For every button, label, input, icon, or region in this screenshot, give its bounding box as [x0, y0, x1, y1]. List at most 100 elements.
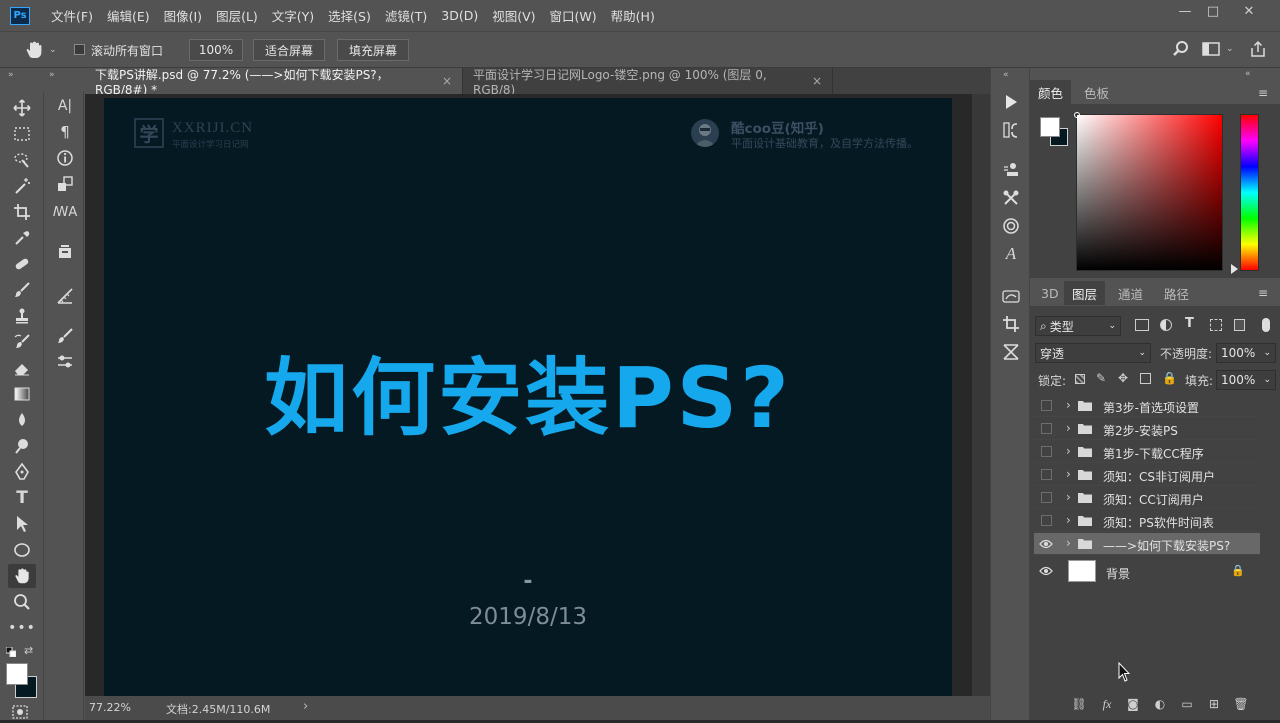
tab-close-icon[interactable]: ×	[442, 74, 452, 88]
menu-select[interactable]: 选择(S)	[321, 6, 378, 25]
panel-menu-icon[interactable]: ≡	[1258, 86, 1268, 100]
workspace-icon[interactable]	[1202, 42, 1220, 56]
layer-row[interactable]: › 须知：CS非订阅用户	[1034, 464, 1260, 486]
layers-panel-menu-icon[interactable]: ≡	[1258, 286, 1268, 300]
eraser-tool-icon[interactable]	[8, 356, 36, 380]
filter-shape-icon[interactable]	[1210, 319, 1222, 331]
pen-tool-icon[interactable]	[8, 460, 36, 484]
fit-screen-button[interactable]: 适合屏幕	[253, 39, 325, 61]
creative-cloud-icon[interactable]	[997, 214, 1025, 238]
link-layers-icon[interactable]: ⛓	[1070, 697, 1088, 713]
color-picker-cursor[interactable]	[1074, 112, 1080, 118]
blend-mode-select[interactable]: 穿透 ⌄	[1035, 343, 1151, 363]
tab-swatches[interactable]: 色板	[1076, 80, 1117, 104]
layer-style-icon[interactable]: fx	[1098, 697, 1116, 713]
chevron-right-icon[interactable]: ›	[1066, 467, 1071, 481]
visibility-toggle[interactable]	[1041, 515, 1052, 526]
chevron-right-icon[interactable]: ›	[1066, 513, 1071, 527]
tab-layers[interactable]: 图层	[1064, 281, 1106, 305]
glyphs-panel-icon[interactable]	[51, 172, 79, 196]
lock-image-icon[interactable]: ✎	[1096, 371, 1106, 385]
color-picker-field[interactable]	[1076, 114, 1223, 271]
expand-panels-icon[interactable]: «	[1003, 70, 1009, 80]
menu-layer[interactable]: 图层(L)	[209, 6, 265, 25]
zoom-level[interactable]: 77.22%	[89, 701, 131, 714]
hue-slider-handle[interactable]	[1231, 264, 1238, 274]
fill-field[interactable]: 100% ⌄	[1216, 370, 1276, 390]
blur-tool-icon[interactable]	[8, 408, 36, 432]
libraries-panel-icon[interactable]	[51, 240, 79, 264]
history-panel-icon[interactable]	[997, 118, 1025, 142]
menu-help[interactable]: 帮助(H)	[604, 6, 662, 25]
layer-row[interactable]: › 须知：PS软件时间表	[1034, 510, 1260, 532]
hue-slider[interactable]	[1240, 114, 1259, 271]
visibility-toggle[interactable]	[1041, 492, 1052, 503]
tab-color[interactable]: 颜色	[1030, 80, 1072, 104]
filter-type-icon[interactable]: T	[1185, 316, 1194, 331]
type-tool-icon[interactable]: T	[8, 486, 36, 510]
adjustments-panel-icon[interactable]	[997, 158, 1025, 182]
restore-button[interactable]: □	[1198, 2, 1228, 22]
eye-icon[interactable]	[1039, 565, 1053, 577]
layer-row[interactable]: › 第3步-首选项设置	[1034, 395, 1260, 417]
tab-document-psd[interactable]: 下载PS讲解.psd @ 77.2% (——>如何下载安装PS?，RGB/8#)…	[85, 68, 463, 97]
crop-panel-icon[interactable]	[997, 312, 1025, 336]
brush-settings-icon[interactable]	[51, 350, 79, 374]
ellipse-tool-icon[interactable]	[8, 538, 36, 562]
layer-row[interactable]: › ——>如何下载安装PS?	[1034, 533, 1260, 555]
actions-panel-icon[interactable]	[997, 90, 1025, 114]
visibility-toggle[interactable]	[1041, 446, 1052, 457]
vertical-scrollbar[interactable]	[972, 94, 990, 696]
collapse-toolbar-icon[interactable]: »	[8, 70, 14, 80]
visibility-toggle[interactable]	[1041, 469, 1052, 480]
marquee-tool-icon[interactable]	[8, 122, 36, 146]
character-styles-icon[interactable]: ꟿA	[51, 200, 79, 224]
menu-type[interactable]: 文字(Y)	[265, 6, 321, 25]
filter-smart-object-icon[interactable]	[1234, 319, 1245, 331]
magic-wand-tool-icon[interactable]	[8, 174, 36, 198]
minimize-button[interactable]: —	[1170, 2, 1200, 22]
lock-transparent-icon[interactable]	[1075, 374, 1085, 384]
tab-paths[interactable]: 路径	[1156, 281, 1197, 305]
new-adjustment-icon[interactable]: ◐	[1151, 697, 1169, 713]
gradient-tool-icon[interactable]	[8, 382, 36, 406]
lock-all-icon[interactable]: 🔒	[1162, 371, 1177, 385]
properties-panel-icon[interactable]	[997, 284, 1025, 308]
tab-channels[interactable]: 通道	[1110, 281, 1151, 305]
chevron-right-icon[interactable]: ›	[1066, 421, 1071, 435]
collapse-panels-icon[interactable]: »	[49, 70, 55, 80]
paragraph-panel-icon[interactable]: ¶	[51, 120, 79, 144]
new-layer-icon[interactable]: ⊞	[1205, 697, 1223, 713]
measurement-panel-icon[interactable]	[51, 284, 79, 308]
tab-document-logo[interactable]: 平面设计学习日记网Logo-镂空.png @ 100% (图层 0, RGB/8…	[463, 68, 833, 97]
layer-row[interactable]: › 第2步-安装PS	[1034, 418, 1260, 440]
chevron-down-icon[interactable]: ⌄	[49, 45, 57, 55]
hand-tool-preset-icon[interactable]	[24, 41, 44, 59]
hand-tool-icon[interactable]	[8, 564, 36, 588]
layer-row[interactable]: › 第1步-下载CC程序	[1034, 441, 1260, 463]
add-mask-icon[interactable]: ◙	[1124, 697, 1142, 713]
lock-artboard-icon[interactable]	[1140, 373, 1151, 384]
default-colors-icon[interactable]	[5, 646, 17, 658]
fill-screen-button[interactable]: 填充屏幕	[337, 39, 409, 61]
filter-pixel-icon[interactable]	[1135, 319, 1149, 331]
visibility-toggle[interactable]	[1041, 423, 1052, 434]
glyph-panel-icon[interactable]: A	[997, 242, 1025, 266]
tab-3d[interactable]: 3D	[1033, 281, 1067, 305]
opacity-field[interactable]: 100% ⌄	[1216, 343, 1276, 363]
healing-brush-tool-icon[interactable]	[8, 252, 36, 276]
brushes-panel-icon[interactable]	[51, 324, 79, 348]
history-brush-tool-icon[interactable]	[8, 330, 36, 354]
menu-edit[interactable]: 编辑(E)	[100, 6, 157, 25]
menu-window[interactable]: 窗口(W)	[543, 6, 604, 25]
foreground-color-swatch[interactable]	[6, 663, 28, 685]
layer-row[interactable]: › 须知：CC订阅用户	[1034, 487, 1260, 509]
menu-file[interactable]: 文件(F)	[44, 6, 100, 25]
collapse-right-panels-icon[interactable]: «	[1245, 69, 1251, 79]
search-icon[interactable]	[1172, 40, 1190, 58]
info-panel-icon[interactable]	[51, 146, 79, 170]
zoom-tool-icon[interactable]	[8, 590, 36, 614]
menu-image[interactable]: 图像(I)	[157, 6, 209, 25]
share-icon[interactable]	[1249, 40, 1267, 58]
menu-filter[interactable]: 滤镜(T)	[378, 6, 434, 25]
